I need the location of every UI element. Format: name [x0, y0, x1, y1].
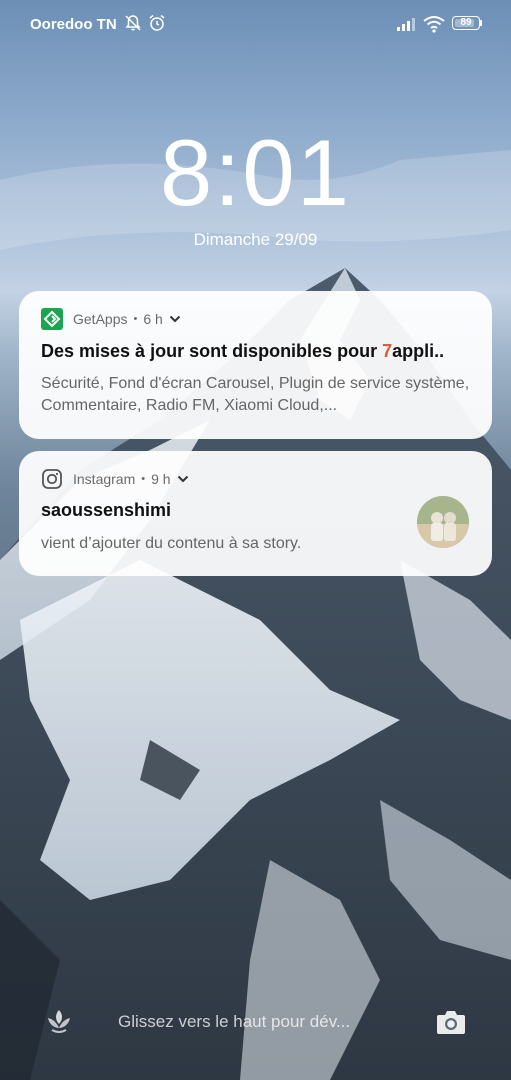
camera-icon[interactable] — [435, 1008, 467, 1036]
chevron-down-icon[interactable] — [169, 314, 181, 324]
instagram-icon — [42, 469, 62, 489]
unlock-hint: Glissez vers le haut pour dév... — [118, 1012, 351, 1031]
battery-percent: 89 — [460, 17, 472, 28]
notification-body: Sécurité, Fond d'écran Carousel, Plugin … — [41, 375, 470, 414]
separator: • — [141, 473, 146, 485]
flower-icon[interactable] — [44, 1006, 74, 1036]
notification-instagram[interactable]: Instagram • 9 h saoussenshimi vient d’aj… — [19, 451, 492, 576]
alarm-icon — [149, 14, 165, 31]
notification-age: 9 h — [151, 471, 171, 487]
separator: • — [133, 313, 138, 325]
battery-tip — [480, 20, 482, 26]
app-name: GetApps — [73, 311, 128, 327]
app-name: Instagram — [73, 471, 136, 487]
notification-header: GetApps • 6 h — [41, 308, 181, 330]
chevron-down-icon[interactable] — [177, 474, 189, 484]
signal-icon — [397, 18, 415, 31]
notification-body: vient d’ajouter du contenu à sa story. — [41, 535, 302, 552]
lockscreen-date: Dimanche 29/09 — [193, 230, 318, 249]
title-suffix: appli.. — [392, 341, 445, 361]
notification-getapps[interactable]: GetApps • 6 h Des mises à jour sont disp… — [19, 291, 492, 439]
getapps-icon — [41, 308, 63, 330]
title-text: Des mises à jour sont disponibles pour — [41, 341, 383, 361]
notification-age: 6 h — [143, 311, 163, 327]
battery-icon: 89 — [452, 16, 480, 30]
update-count: 7 — [382, 341, 393, 361]
notification-title: Des mises à jour sont disponibles pour 7… — [41, 341, 444, 362]
status-bar: Ooredoo TN 89 — [0, 0, 511, 50]
notification-title: saoussenshimi — [41, 500, 172, 520]
lockscreen-clock: 8:01 — [160, 120, 351, 225]
notification-header: Instagram • 9 h — [41, 469, 189, 489]
wifi-icon — [423, 16, 445, 33]
carrier-name: Ooredoo TN — [30, 16, 117, 33]
avatar — [417, 496, 469, 548]
bell-muted-icon — [125, 15, 141, 31]
